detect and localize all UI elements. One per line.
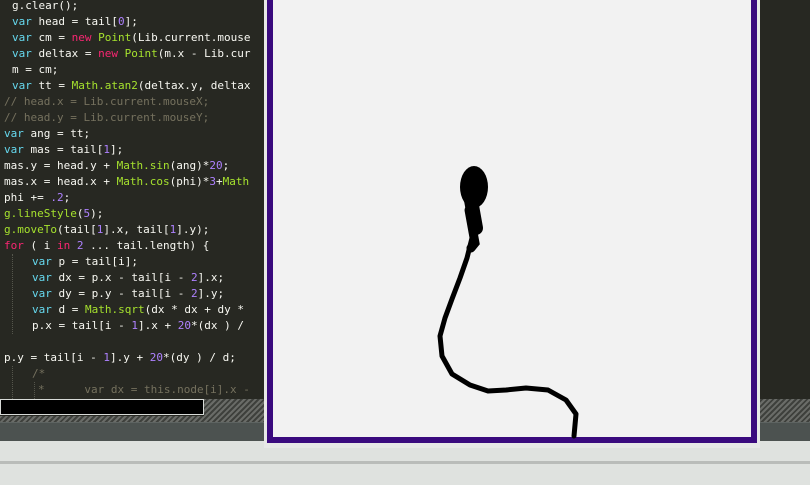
code-line[interactable]: var dx = p.x - tail[i - 2].x;: [32, 270, 224, 286]
code-line[interactable]: // head.y = Lib.current.mouseY;: [4, 110, 209, 126]
bottom-panel-divider: [0, 461, 810, 464]
code-line[interactable]: var mas = tail[1];: [4, 142, 123, 158]
code-line[interactable]: g.clear();: [12, 0, 78, 14]
stage-canvas[interactable]: [273, 0, 751, 443]
code-line[interactable]: g.lineStyle(5);: [4, 206, 103, 222]
indent-guide: [12, 254, 13, 334]
stage-frame[interactable]: [267, 0, 757, 443]
code-line[interactable]: m = cm;: [12, 62, 58, 78]
code-line[interactable]: mas.y = head.y + Math.sin(ang)*20;: [4, 158, 229, 174]
code-line[interactable]: p.y = tail[i - 1].y + 20*(dy ) / d;: [4, 350, 236, 366]
code-line[interactable]: /*: [32, 366, 45, 382]
code-line[interactable]: phi += .2;: [4, 190, 70, 206]
code-line[interactable]: var deltax = new Point(m.x - Lib.cur: [12, 46, 250, 62]
code-line[interactable]: var p = tail[i];: [32, 254, 138, 270]
indent-guide: [34, 382, 35, 399]
code-line[interactable]: var d = Math.sqrt(dx * dx + dy *: [32, 302, 244, 318]
worm-head: [460, 166, 488, 208]
worm-body: [464, 205, 480, 253]
code-line[interactable]: mas.x = head.x + Math.cos(phi)*3+Math: [4, 174, 249, 190]
code-line[interactable]: var cm = new Point(Lib.current.mouse: [12, 30, 250, 46]
code-line[interactable]: * var dx = this.node[i].x -: [38, 382, 250, 398]
code-line[interactable]: var dy = p.y - tail[i - 2].y;: [32, 286, 224, 302]
code-line[interactable]: // head.x = Lib.current.mouseX;: [4, 94, 209, 110]
code-line[interactable]: var head = tail[0];: [12, 14, 138, 30]
flash-stage-window[interactable]: [264, 0, 760, 448]
code-line[interactable]: for ( i in 2 ... tail.length) {: [4, 238, 209, 254]
code-line[interactable]: g.moveTo(tail[1].x, tail[1].y);: [4, 222, 209, 238]
indent-guide: [12, 366, 13, 399]
code-line[interactable]: p.x = tail[i - 1].x + 20*(dx ) /: [32, 318, 244, 334]
code-line[interactable]: var tt = Math.atan2(deltax.y, deltax: [12, 78, 250, 94]
worm-tail: [437, 223, 579, 439]
output-field[interactable]: [0, 399, 204, 415]
code-line[interactable]: var ang = tt;: [4, 126, 90, 142]
